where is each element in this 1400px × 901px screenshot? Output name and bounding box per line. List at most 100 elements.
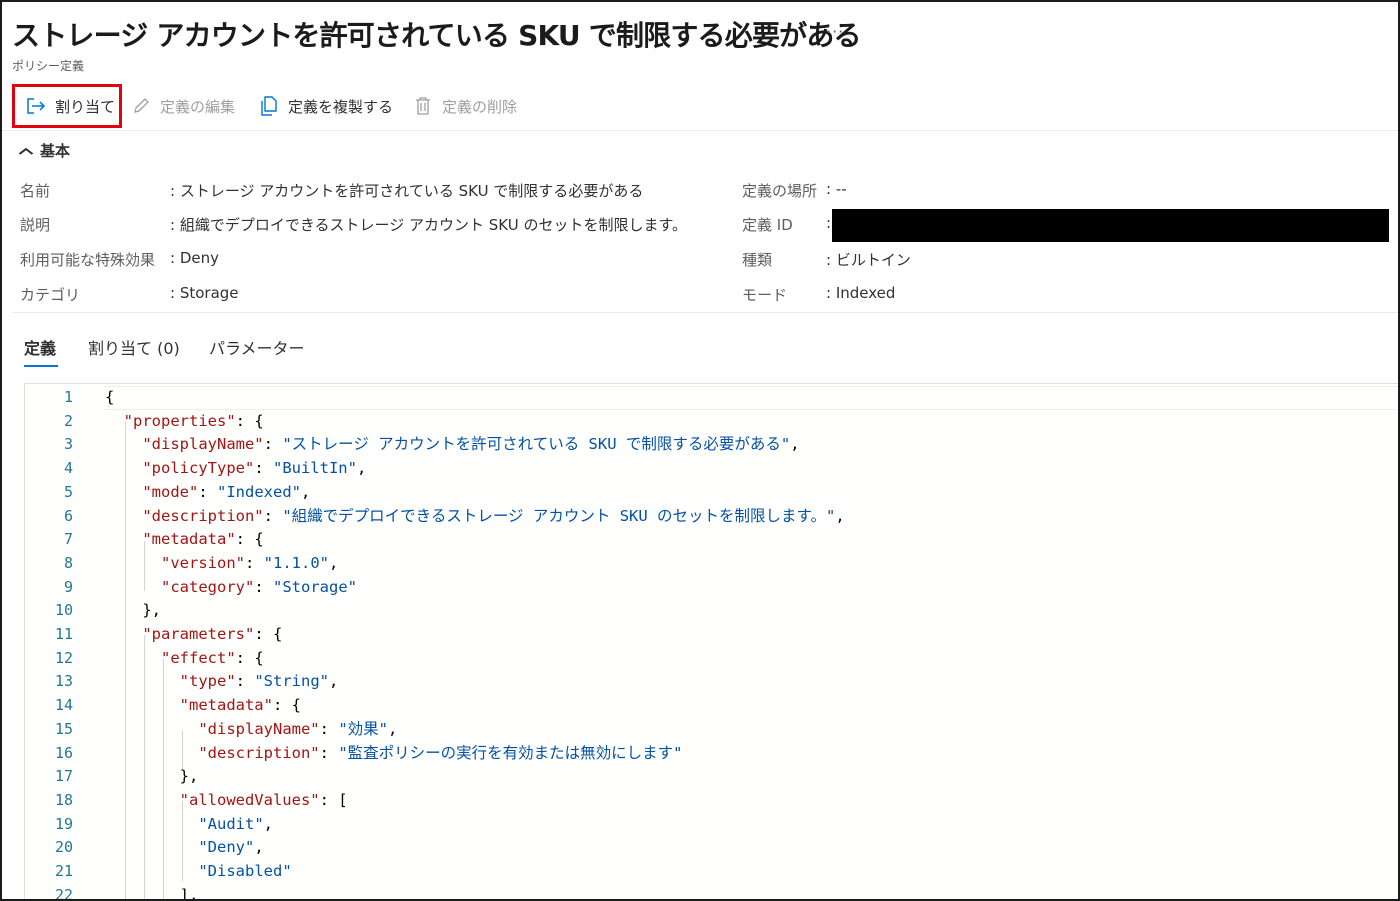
edit-pencil-icon [130,95,152,117]
json-key: "properties" [123,411,236,430]
json-string: "Audit" [198,814,264,833]
json-punctuation: , [301,482,311,501]
code-line: "Disabled" [105,860,292,884]
code-line: }, [105,599,161,623]
code-line: ], [105,884,199,901]
json-string: "Disabled" [198,862,292,880]
line-number: 7 [63,530,73,549]
json-key: "effect" [161,648,236,667]
line-number: 8 [63,553,73,572]
json-string: "監査ポリシーの実行を有効または無効にします" [338,743,683,762]
delete-definition-label: 定義の削除 [442,97,518,116]
line-number: 6 [63,506,73,525]
code-line: "displayName": "効果", [105,718,397,742]
json-punctuation: }, [142,601,161,620]
line-number: 20 [54,838,73,857]
duplicate-icon [258,95,280,117]
json-key: "description" [142,506,264,525]
json-key: "policyType" [142,459,255,478]
tab-parameters[interactable]: パラメーター [209,335,305,359]
active-tab-indicator [24,365,58,367]
tab-definition[interactable]: 定義 [24,335,56,359]
json-key: "allowedValues" [179,790,320,809]
code-line: "properties": { [105,410,264,434]
current-line-highlight [103,386,1398,410]
json-key: "version" [161,553,245,572]
property-value: : ビルトイン [826,251,911,269]
json-punctuation: : { [235,411,264,430]
command-bar: 割り当て 定義の編集 定義を複製する 定義の削除 [12,84,572,128]
code-line: "version": "1.1.0", [105,552,338,576]
line-number: 13 [54,672,73,691]
json-punctuation: , [329,553,339,572]
line-number: 15 [54,719,73,738]
property-mode: モード : Indexed [742,284,1382,306]
json-punctuation: , [328,672,339,691]
page-subtitle: ポリシー定義 [12,59,85,73]
json-key: "type" [179,672,236,691]
json-string: "組織でデプロイできるストレージ アカウント SKU のセットを制限します。" [282,506,836,525]
delete-definition-button[interactable]: 定義の削除 [412,84,517,128]
property-value: : Deny [170,249,219,267]
trash-icon [412,95,434,117]
line-number: 21 [54,862,73,880]
json-string: "BuiltIn" [272,459,357,478]
json-key: "displayName" [142,435,264,454]
json-string: "Deny" [198,838,255,857]
code-line: "description": "監査ポリシーの実行を有効または無効にします" [105,742,683,766]
property-value: : [826,214,832,232]
json-punctuation: }, [179,767,199,786]
json-string: "1.1.0" [263,553,329,572]
code-line: "allowedValues": [ [105,789,348,813]
assign-button[interactable]: 割り当て [12,84,122,128]
page-title: ストレージ アカウントを許可されている SKU で制限する必要がある [12,19,862,52]
json-key: "description" [198,743,320,762]
property-value: : 組織でデプロイできるストレージ アカウント SKU のセットを制限します。 [170,216,687,234]
property-label: 定義 ID [742,216,793,234]
json-punctuation: ], [179,885,199,901]
property-value: : ストレージ アカウントを許可されている SKU で制限する必要がある [170,182,644,200]
code-line: { [105,386,114,410]
divider [2,130,1398,131]
property-label: 種類 [742,251,773,269]
json-key: "mode" [142,482,199,501]
json-punctuation: , [263,814,273,833]
json-punctuation: , [790,435,800,454]
edit-definition-label: 定義の編集 [160,97,236,116]
duplicate-definition-button[interactable]: 定義を複製する [258,84,393,128]
code-line: "category": "Storage" [105,576,357,600]
line-number: 10 [54,601,73,620]
assign-label: 割り当て [55,97,116,116]
json-punctuation: , [388,719,398,738]
assign-icon [25,95,47,117]
line-number: 1 [63,388,73,406]
code-line: "parameters": { [105,623,282,647]
edit-definition-button[interactable]: 定義の編集 [130,84,235,128]
property-label: モード [742,286,788,304]
code-line: "type": "String", [105,670,339,694]
more-options-button[interactable]: ··· [826,22,844,41]
property-label: 説明 [20,216,51,234]
json-punctuation: : [254,459,273,478]
code-editor[interactable]: 1 2 3 4 5 6 7 8 9 10 11 12 13 14 15 16 17 18 19 20 21 22 { "p… [24,383,1398,901]
basics-section-toggle[interactable]: 基本 [18,140,70,161]
code-line: "displayName": "ストレージ アカウントを許可されている SKU … [105,433,800,457]
tab-assignments[interactable]: 割り当て (0) [88,335,180,359]
code-line: "metadata": { [105,528,263,552]
json-punctuation: : { [272,696,301,715]
line-number: 16 [54,743,73,762]
property-description: 説明 : 組織でデプロイできるストレージ アカウント SKU のセットを制限しま… [20,214,720,236]
code-line: "Deny", [105,836,263,860]
